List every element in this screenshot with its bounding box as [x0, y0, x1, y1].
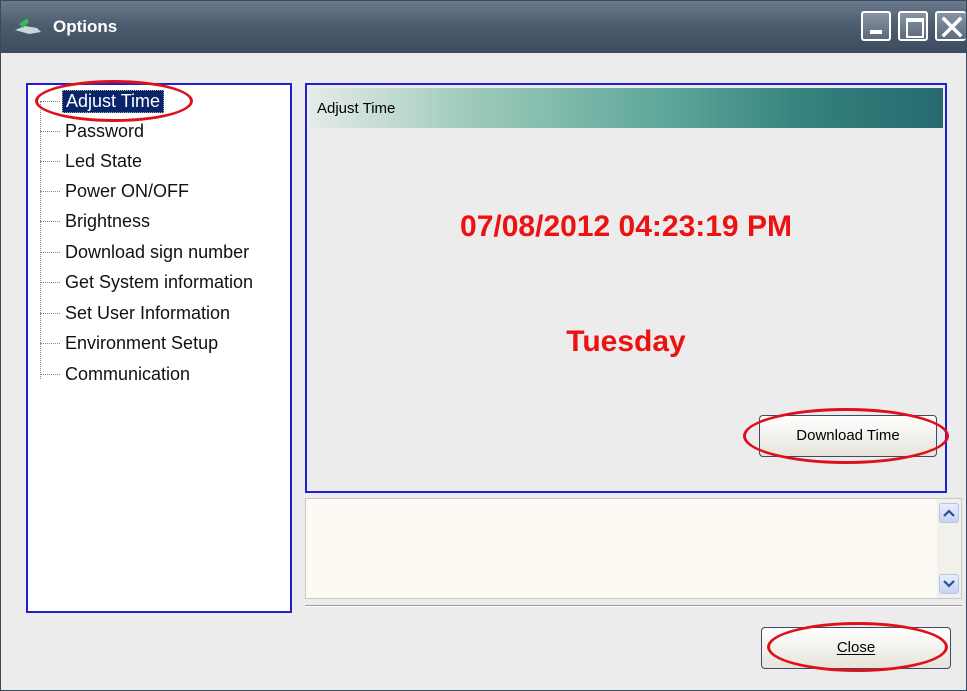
tree-item-set-user-information[interactable]: Set User Information: [40, 301, 233, 325]
current-weekday: Tuesday: [566, 325, 686, 358]
close-window-button[interactable]: [935, 11, 966, 41]
tree-item-label: Power ON/OFF: [65, 180, 190, 201]
scroll-up-button[interactable]: [939, 503, 959, 523]
tree-item-password[interactable]: Password: [40, 119, 147, 143]
tree-item-label: Led State: [65, 150, 143, 171]
log-textbox[interactable]: [305, 498, 962, 599]
close-button[interactable]: Close: [761, 627, 951, 669]
chevron-up-icon: [943, 509, 955, 517]
options-tree[interactable]: Adjust Time Password Led State Power ON/…: [26, 83, 292, 613]
scroll-down-button[interactable]: [939, 574, 959, 594]
tree-item-adjust-time[interactable]: Adjust Time: [40, 89, 165, 113]
app-icon: [13, 14, 43, 40]
tree-item-label: Adjust Time: [62, 89, 165, 113]
tree-item-label: Get System information: [65, 271, 254, 292]
tree-item-label: Password: [65, 120, 145, 141]
tree-item-label: Set User Information: [65, 302, 231, 323]
close-button-label: Close: [836, 639, 876, 656]
tree-item-label: Environment Setup: [65, 332, 219, 353]
tree-item-label: Communication: [65, 363, 191, 384]
footer-divider: [305, 605, 962, 607]
minimize-button[interactable]: [861, 11, 891, 41]
maximize-button[interactable]: [898, 11, 928, 41]
vertical-scrollbar[interactable]: [937, 499, 961, 598]
window-title: Options: [53, 17, 118, 36]
panel-title: Adjust Time: [317, 100, 396, 117]
tree-item-get-system-information[interactable]: Get System information: [40, 270, 256, 294]
close-icon: [941, 16, 963, 38]
tree-item-label: Brightness: [65, 210, 151, 231]
tree-item-download-sign-number[interactable]: Download sign number: [40, 240, 252, 264]
options-window: Options Adjust Time Password Led State P…: [0, 0, 967, 691]
tree-item-power-on-off[interactable]: Power ON/OFF: [40, 179, 192, 203]
tree-item-communication[interactable]: Communication: [40, 362, 193, 386]
tree-item-environment-setup[interactable]: Environment Setup: [40, 331, 221, 355]
current-datetime: 07/08/2012 04:23:19 PM: [460, 210, 792, 243]
title-bar[interactable]: Options: [1, 1, 966, 53]
adjust-time-panel: Adjust Time 07/08/2012 04:23:19 PM Tuesd…: [305, 83, 947, 493]
chevron-down-icon: [943, 580, 955, 588]
panel-header: Adjust Time: [309, 88, 943, 128]
tree-item-led-state[interactable]: Led State: [40, 149, 145, 173]
tree-item-label: Download sign number: [65, 241, 250, 262]
tree-item-brightness[interactable]: Brightness: [40, 209, 153, 233]
download-time-button[interactable]: Download Time: [759, 415, 937, 457]
